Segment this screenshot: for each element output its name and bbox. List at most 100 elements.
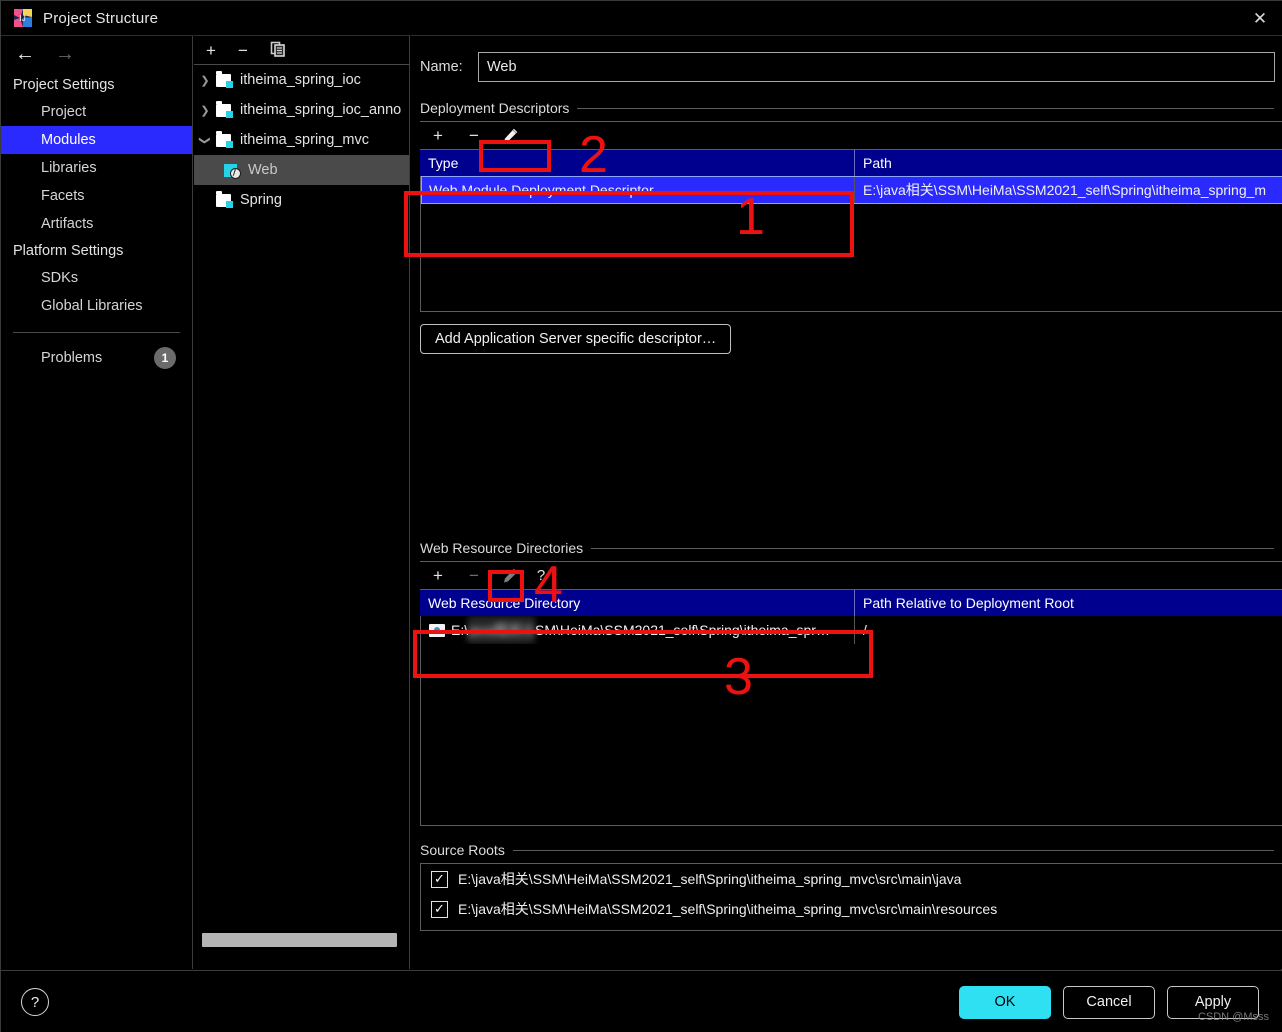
sidebar-item-problems[interactable]: Problems 1 (1, 333, 192, 371)
sidebar-item-facets[interactable]: Facets (1, 182, 192, 210)
chevron-right-icon[interactable]: ❯ (194, 104, 216, 117)
web-resource-help-button[interactable]: ? (528, 563, 554, 589)
web-resource-directories-table: + − ? Web Resource Directory Path Relati… (420, 561, 1282, 826)
edit-descriptor-button[interactable] (492, 123, 528, 149)
module-icon (216, 190, 233, 208)
settings-sidebar: ← → Project Settings Project Modules Lib… (1, 35, 193, 969)
module-icon (216, 130, 233, 148)
tree-node-label: Spring (240, 192, 282, 208)
descriptor-path-cell: E:\java相关\SSM\HeiMa\SSM2021_self\Spring\… (854, 176, 1282, 204)
tree-node-itheima-spring-ioc[interactable]: ❯ itheima_spring_ioc (194, 65, 409, 95)
back-arrow-icon[interactable]: ← (15, 44, 35, 64)
add-application-server-descriptor-button[interactable]: Add Application Server specific descript… (420, 324, 732, 354)
tree-node-itheima-spring-mvc[interactable]: ❯ itheima_spring_mvc (194, 125, 409, 155)
source-roots-list: ✓ E:\java相关\SSM\HeiMa\SSM2021_self\Sprin… (420, 863, 1282, 931)
source-root-path: E:\java相关\SSM\HeiMa\SSM2021_self\Spring\… (458, 871, 962, 887)
problems-count-badge: 1 (154, 347, 176, 369)
sidebar-item-global-libraries[interactable]: Global Libraries (1, 292, 192, 320)
web-resource-path-redacted: java相关\S (468, 616, 536, 644)
column-header-path-relative[interactable]: Path Relative to Deployment Root (854, 590, 1282, 616)
copy-module-icon[interactable] (270, 41, 286, 60)
chevron-down-icon[interactable]: ❯ (199, 129, 212, 151)
window-title: Project Structure (43, 9, 159, 27)
tree-node-itheima-spring-ioc-anno[interactable]: ❯ itheima_spring_ioc_anno (194, 95, 409, 125)
web-resource-directories-toolbar: + − ? (420, 562, 1282, 590)
source-roots-label: Source Roots (420, 842, 505, 858)
cancel-button[interactable]: Cancel (1063, 985, 1155, 1019)
deployment-descriptors-table: + − Type Path Web Module Deployment Desc… (420, 121, 1282, 312)
module-tree-toolbar: + − (194, 35, 409, 65)
remove-module-button[interactable]: − (238, 42, 248, 59)
title-bar: IJ Project Structure ✕ (1, 1, 1282, 35)
source-root-checkbox[interactable]: ✓ (431, 870, 448, 888)
module-icon (216, 100, 233, 118)
group-divider-line (591, 547, 1274, 549)
tree-node-label: itheima_spring_ioc (240, 72, 361, 88)
tree-node-label: itheima_spring_mvc (240, 132, 369, 148)
module-name-label: Name: (420, 59, 463, 75)
web-resource-directory-cell: E:\ java相关\S SM\HeiMa\SSM2021_self\Spring\… (421, 616, 854, 644)
module-tree-panel: + − ❯ itheima_spring_ioc ❯ itheima_sprin… (194, 35, 410, 969)
group-divider-line (512, 849, 1274, 851)
web-resource-directories-body: E:\ java相关\S SM\HeiMa\SSM2021_self\Spring\… (420, 616, 1282, 826)
source-roots-title: Source Roots (420, 842, 1274, 858)
deployment-descriptors-label: Deployment Descriptors (420, 100, 570, 116)
sidebar-item-artifacts[interactable]: Artifacts (1, 210, 192, 238)
module-tree-body: ❯ itheima_spring_ioc ❯ itheima_spring_io… (194, 65, 409, 955)
svg-text:IJ: IJ (20, 14, 26, 23)
sidebar-item-sdks[interactable]: SDKs (1, 264, 192, 292)
column-header-path[interactable]: Path (854, 150, 1282, 176)
column-header-type[interactable]: Type (420, 150, 854, 176)
tree-node-web-facet[interactable]: Web (194, 155, 409, 185)
close-icon[interactable]: ✕ (1237, 1, 1282, 35)
edit-web-resource-button[interactable] (492, 563, 528, 589)
descriptor-type-cell: Web Module Deployment Descriptor (429, 182, 654, 198)
list-item[interactable]: ✓ E:\java相关\SSM\HeiMa\SSM2021_self\Sprin… (421, 894, 1282, 924)
list-item[interactable]: ✓ E:\java相关\SSM\HeiMa\SSM2021_self\Sprin… (421, 864, 1282, 894)
chevron-right-icon[interactable]: ❯ (194, 74, 216, 87)
deployment-descriptors-header-row: Type Path (420, 150, 1282, 176)
web-resource-directories-header-row: Web Resource Directory Path Relative to … (420, 590, 1282, 616)
tree-node-spring[interactable]: Spring (194, 185, 409, 215)
sidebar-item-libraries[interactable]: Libraries (1, 154, 192, 182)
source-root-path: E:\java相关\SSM\HeiMa\SSM2021_self\Spring\… (458, 901, 998, 917)
table-row[interactable]: Web Module Deployment Descriptor E:\java… (421, 176, 1282, 204)
tree-node-label: Web (248, 162, 278, 178)
forward-arrow-icon[interactable]: → (55, 44, 75, 64)
web-resource-directories-title: Web Resource Directories (420, 540, 1274, 556)
deployment-descriptors-toolbar: + − (420, 122, 1282, 150)
add-descriptor-button[interactable]: + (420, 123, 456, 149)
folder-web-icon (429, 623, 445, 637)
project-structure-dialog: IJ Project Structure ✕ ← → Project Setti… (0, 0, 1282, 1032)
web-resource-path-prefix: E:\ (451, 622, 469, 638)
module-name-input[interactable] (478, 52, 1275, 82)
deployment-descriptors-title: Deployment Descriptors (420, 100, 1274, 116)
web-resource-relative-path-cell: / (854, 616, 1282, 644)
module-settings-content: Name: Deployment Descriptors + − Type (411, 35, 1282, 969)
remove-descriptor-button[interactable]: − (456, 123, 492, 149)
module-icon (216, 70, 233, 88)
sidebar-item-project[interactable]: Project (1, 98, 192, 126)
help-icon[interactable]: ? (21, 988, 49, 1016)
add-web-resource-button[interactable]: + (420, 563, 456, 589)
remove-web-resource-button[interactable]: − (456, 563, 492, 589)
sidebar-group-project-settings: Project Settings (13, 77, 115, 93)
add-module-button[interactable]: + (206, 42, 216, 59)
sidebar-group-platform-settings: Platform Settings (13, 243, 124, 259)
column-header-web-resource-directory[interactable]: Web Resource Directory (420, 590, 854, 616)
web-resource-path-suffix: SM\HeiMa\SSM2021_self\Spring\itheima_spr… (535, 622, 830, 638)
dialog-footer: ? OK Cancel Apply (1, 970, 1282, 1032)
web-resource-directories-label: Web Resource Directories (420, 540, 584, 556)
navigation-arrows: ← → (1, 36, 192, 72)
source-root-checkbox[interactable]: ✓ (431, 900, 448, 918)
sidebar-item-modules[interactable]: Modules (1, 126, 192, 154)
problems-label: Problems (41, 350, 103, 366)
group-divider-line (577, 107, 1274, 109)
ok-button[interactable]: OK (959, 985, 1051, 1019)
table-row[interactable]: E:\ java相关\S SM\HeiMa\SSM2021_self\Spring\… (421, 616, 1282, 644)
intellij-idea-logo-icon: IJ (13, 8, 33, 28)
tree-horizontal-scrollbar[interactable] (198, 933, 406, 951)
web-facet-icon (224, 163, 241, 179)
watermark-text: CSDN @Msss (1197, 1011, 1269, 1023)
tree-horizontal-scrollbar-thumb[interactable] (202, 933, 397, 947)
